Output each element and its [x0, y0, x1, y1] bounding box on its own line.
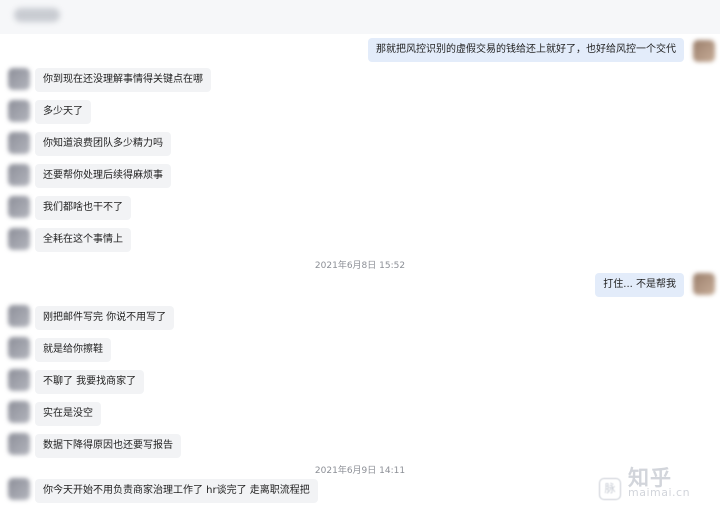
contact-avatar[interactable]	[8, 196, 30, 218]
contact-avatar[interactable]	[8, 228, 30, 250]
contact-avatar[interactable]	[8, 369, 30, 391]
contact-avatar[interactable]	[8, 132, 30, 154]
maimai-logo-icon: 脉	[599, 478, 621, 500]
message-bubble-other: 刚把邮件写完 你说不用写了	[35, 306, 175, 330]
message-bubble-self: 打住... 不是帮我	[595, 273, 684, 297]
message-timestamp: 2021年6月8日 15:52	[314, 261, 406, 271]
message-bubble-self: 那就把风控识别的虚假交易的钱给还上就好了，也好给风控一个交代	[368, 38, 684, 62]
chat-title-blurred	[14, 8, 60, 22]
message-bubble-other: 不聊了 我要找商家了	[35, 370, 145, 394]
contact-avatar[interactable]	[8, 164, 30, 186]
self-avatar[interactable]	[693, 273, 715, 295]
message-bubble-other: 你今天开始不用负责商家治理工作了 hr谈完了 走离职流程把	[35, 479, 318, 503]
message-bubble-other: 我们都啥也干不了	[35, 196, 131, 220]
message-bubble-other: 你到现在还没理解事情得关键点在哪	[35, 68, 211, 92]
message-bubble-other: 全耗在这个事情上	[35, 228, 131, 252]
watermark-domain: maimai.cn	[628, 486, 691, 499]
contact-avatar[interactable]	[8, 305, 30, 327]
message-timestamp: 2021年6月9日 14:11	[314, 466, 406, 476]
chat-header	[0, 0, 720, 34]
message-bubble-other: 多少天了	[35, 100, 91, 124]
message-bubble-other: 就是给你擦鞋	[35, 338, 111, 362]
contact-avatar[interactable]	[8, 100, 30, 122]
message-bubble-other: 你知道浪费团队多少精力吗	[35, 132, 171, 156]
message-bubble-other: 实在是没空	[35, 402, 101, 426]
message-bubble-other: 数据下降得原因也还要写报告	[35, 434, 181, 458]
contact-avatar[interactable]	[8, 478, 30, 500]
contact-avatar[interactable]	[8, 68, 30, 90]
contact-avatar[interactable]	[8, 401, 30, 423]
self-avatar[interactable]	[693, 40, 715, 62]
contact-avatar[interactable]	[8, 337, 30, 359]
message-bubble-other: 还要帮你处理后续得麻烦事	[35, 164, 171, 188]
contact-avatar[interactable]	[8, 433, 30, 455]
